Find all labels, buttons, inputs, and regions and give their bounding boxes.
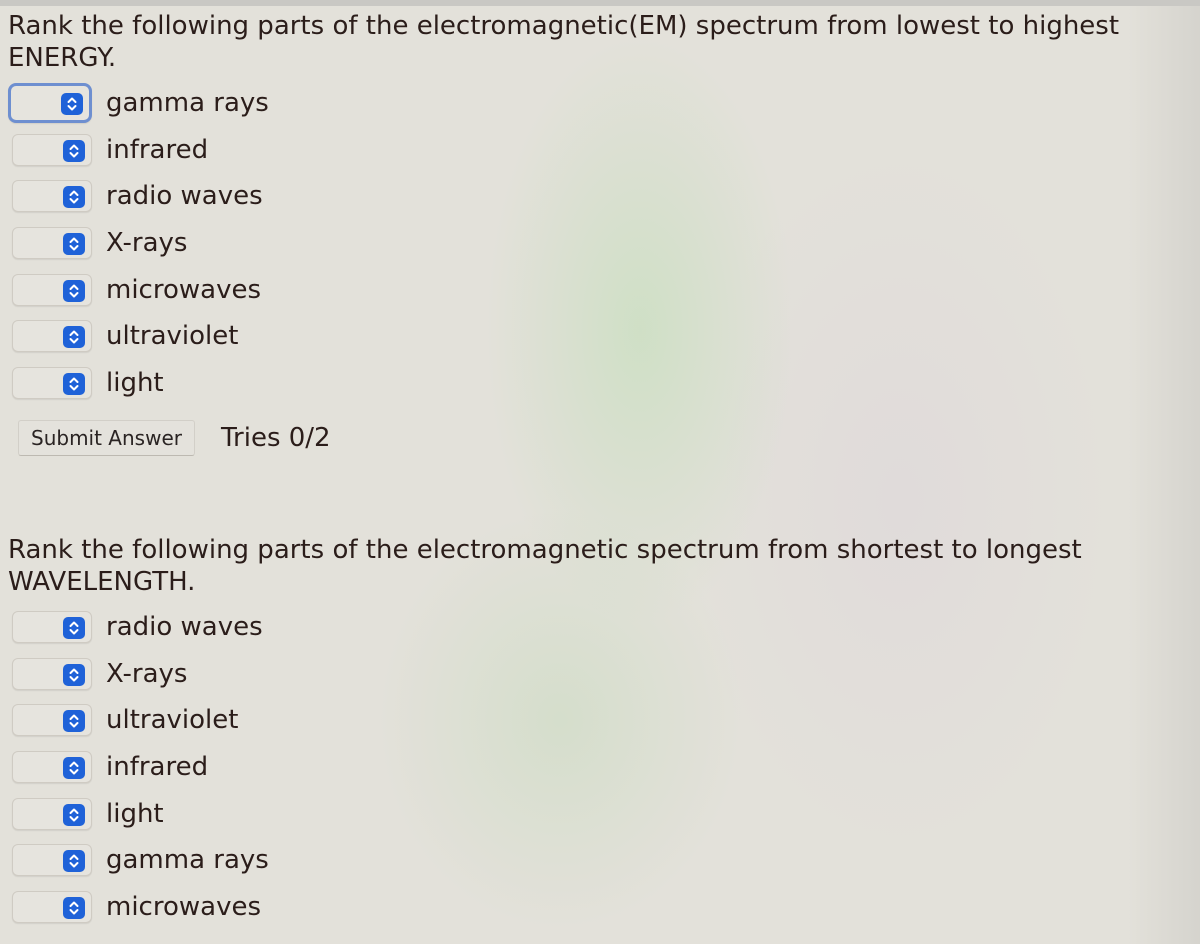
ranking-item: X-rays	[8, 220, 1193, 267]
ranking-item: microwaves	[8, 266, 1193, 313]
question-wavelength-ranking: Rank the following parts of the electrom…	[8, 534, 1193, 930]
ranking-list: radio waves X-rays ultraviolet infrared …	[8, 604, 1193, 930]
rank-select[interactable]	[12, 704, 92, 737]
ranking-item: gamma rays	[8, 837, 1193, 884]
ranking-item: ultraviolet	[8, 313, 1193, 360]
ranking-item: light	[8, 360, 1193, 407]
up-down-chevron-icon[interactable]	[63, 896, 85, 919]
ranking-item-label: microwaves	[106, 891, 261, 922]
up-down-chevron-icon[interactable]	[63, 617, 85, 640]
rank-select[interactable]	[12, 366, 92, 399]
rank-select[interactable]	[12, 611, 92, 644]
ranking-item-label: infrared	[106, 134, 209, 165]
rank-select[interactable]	[12, 751, 92, 784]
ranking-item: X-rays	[8, 651, 1193, 698]
question-actions: Submit Answer Tries 0/2	[8, 420, 1193, 457]
ranking-item: light	[8, 790, 1193, 837]
up-down-chevron-icon[interactable]	[63, 663, 85, 686]
ranking-item: microwaves	[8, 884, 1193, 931]
ranking-item: ultraviolet	[8, 697, 1193, 744]
submit-answer-button[interactable]: Submit Answer	[18, 420, 195, 457]
up-down-chevron-icon[interactable]	[63, 186, 85, 209]
rank-select[interactable]	[12, 180, 92, 213]
rank-select[interactable]	[12, 890, 92, 923]
ranking-item-label: radio waves	[106, 181, 263, 212]
ranking-item-label: gamma rays	[106, 88, 269, 119]
ranking-item-label: ultraviolet	[106, 705, 239, 736]
ranking-item-label: light	[106, 367, 164, 398]
ranking-item: infrared	[8, 127, 1193, 174]
rank-select[interactable]	[12, 227, 92, 260]
ranking-item-label: ultraviolet	[106, 321, 239, 352]
up-down-chevron-icon[interactable]	[63, 326, 85, 349]
up-down-chevron-icon[interactable]	[63, 279, 85, 302]
ranking-list: gamma rays infrared radio waves X-rays m…	[8, 80, 1193, 406]
ranking-item: radio waves	[8, 173, 1193, 220]
rank-select[interactable]	[12, 133, 92, 166]
rank-select[interactable]	[12, 797, 92, 830]
ranking-item-label: gamma rays	[106, 845, 269, 876]
question-energy-ranking: Rank the following parts of the electrom…	[8, 10, 1193, 457]
ranking-item-label: X-rays	[106, 228, 188, 259]
ranking-item-label: infrared	[106, 752, 209, 783]
up-down-chevron-icon[interactable]	[63, 710, 85, 733]
up-down-chevron-icon[interactable]	[61, 93, 83, 116]
rank-select[interactable]	[12, 273, 92, 306]
question-prompt: Rank the following parts of the electrom…	[8, 535, 1082, 597]
ranking-item-label: light	[106, 798, 164, 829]
up-down-chevron-icon[interactable]	[63, 803, 85, 826]
tries-counter: Tries 0/2	[220, 423, 331, 454]
top-edge-divider	[0, 0, 1200, 6]
rank-select[interactable]	[12, 320, 92, 353]
ranking-item-label: radio waves	[106, 612, 263, 643]
ranking-item: radio waves	[8, 604, 1193, 651]
question-prompt: Rank the following parts of the electrom…	[8, 11, 1120, 73]
up-down-chevron-icon[interactable]	[63, 850, 85, 873]
ranking-item: gamma rays	[8, 80, 1193, 127]
up-down-chevron-icon[interactable]	[63, 757, 85, 780]
rank-select[interactable]	[12, 657, 92, 690]
up-down-chevron-icon[interactable]	[63, 372, 85, 395]
ranking-item-label: microwaves	[106, 274, 261, 305]
up-down-chevron-icon[interactable]	[63, 233, 85, 256]
ranking-item: infrared	[8, 744, 1193, 791]
ranking-item-label: X-rays	[106, 658, 188, 689]
up-down-chevron-icon[interactable]	[63, 139, 85, 162]
rank-select[interactable]	[8, 83, 92, 124]
rank-select[interactable]	[12, 844, 92, 877]
